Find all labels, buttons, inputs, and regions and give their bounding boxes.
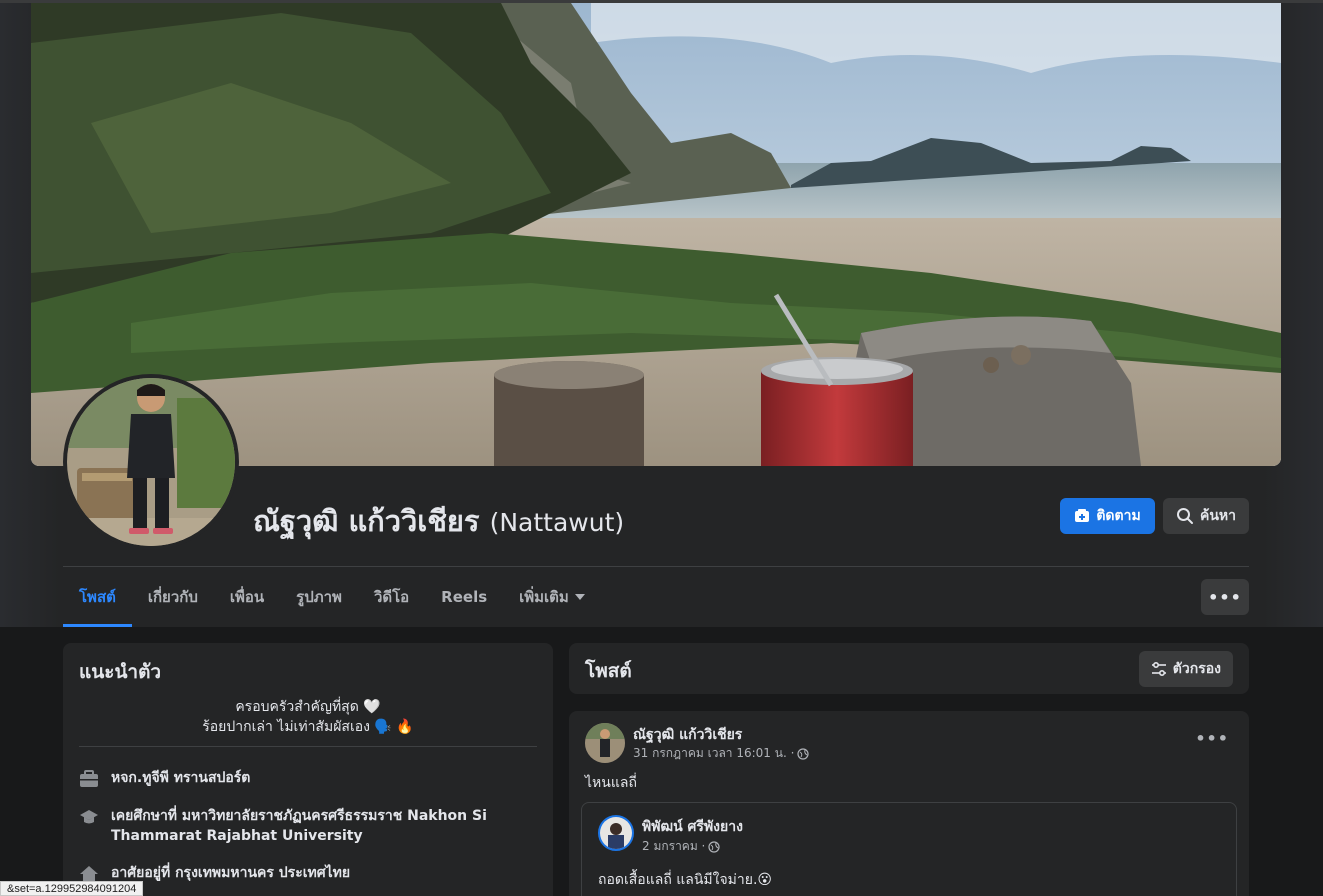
- follow-icon: [1075, 509, 1090, 522]
- search-icon: [1176, 508, 1193, 524]
- profile-alt-name: (Nattawut): [489, 508, 625, 537]
- tab-label: เกี่ยวกับ: [147, 588, 198, 606]
- intro-lives: อาศัยอยู่ที่ กรุงเทพมหานคร ประเทศไทย: [79, 863, 521, 884]
- tab-posts[interactable]: โพสต์: [63, 567, 132, 627]
- post-time[interactable]: 31 กรกฎาคม เวลา 16:01 น. ·: [633, 744, 794, 763]
- tab-label: โพสต์: [79, 588, 116, 606]
- post-meta: 31 กรกฎาคม เวลา 16:01 น. ·: [633, 744, 810, 763]
- tab-label: Reels: [441, 588, 488, 606]
- shared-meta: 2 มกราคม ·: [642, 837, 720, 856]
- follow-label: ติดตาม: [1096, 508, 1141, 524]
- shared-time[interactable]: 2 มกราคม ·: [642, 837, 705, 856]
- shared-author-avatar[interactable]: [598, 815, 634, 851]
- tab-reels[interactable]: Reels: [425, 567, 503, 627]
- tab-label: วิดีโอ: [373, 588, 410, 606]
- follow-button[interactable]: ติดตาม: [1060, 498, 1155, 534]
- profile-picture[interactable]: [63, 374, 239, 550]
- filter-icon: [1151, 661, 1166, 677]
- post-options-icon[interactable]: •••: [1195, 729, 1229, 748]
- bio: ครอบครัวสำคัญที่สุด 🤍 ร้อยปากเล่า ไม่เท่…: [79, 697, 537, 737]
- ellipsis-icon: •••: [1208, 587, 1242, 607]
- intro-education-text: เคยศึกษาที่ มหาวิทยาลัยราชภัฏนครศรีธรรมร…: [111, 808, 487, 844]
- post-text: ไหนแลถี่: [585, 775, 637, 791]
- cover-photo-image: [31, 3, 1281, 466]
- tab-more[interactable]: เพิ่มเติม: [503, 567, 601, 627]
- bio-line: ครอบครัวสำคัญที่สุด 🤍: [235, 699, 381, 715]
- caret-down-icon: [574, 594, 585, 600]
- more-options-button[interactable]: •••: [1201, 579, 1249, 615]
- profile-name: ณัฐวุฒิ แก้ววิเชียร (Nattawut): [253, 498, 624, 544]
- tab-photos[interactable]: รูปภาพ: [280, 567, 358, 627]
- shared-author-name[interactable]: พิพัฒน์ ศรีพังยาง: [642, 816, 743, 838]
- profile-tabs: โพสต์ เกี่ยวกับ เพื่อน รูปภาพ วิดีโอ Ree…: [63, 567, 601, 627]
- search-label: ค้นหา: [1199, 508, 1237, 524]
- intro-title: แนะนำตัว: [79, 661, 162, 683]
- profile-picture-image: [67, 378, 235, 546]
- posts-header: โพสต์ ตัวกรอง: [569, 643, 1249, 694]
- briefcase-icon: [80, 770, 98, 787]
- status-bar-url: &set=a.129952984091204: [0, 881, 144, 896]
- post-card: ณัฐวุฒิ แก้ววิเชียร 31 กรกฎาคม เวลา 16:0…: [569, 711, 1249, 896]
- tab-about[interactable]: เกี่ยวกับ: [132, 567, 214, 627]
- shared-text: ถอดเสื้อแลถี่ แลนิมีใจม่าย.😮: [598, 872, 773, 888]
- intro-work: หจก.ทูจีพี ทรานสปอร์ต: [79, 768, 521, 789]
- tab-videos[interactable]: วิดีโอ: [358, 567, 425, 627]
- intro-card: แนะนำตัว ครอบครัวสำคัญที่สุด 🤍 ร้อยปากเล…: [63, 643, 553, 896]
- tab-friends[interactable]: เพื่อน: [214, 567, 280, 627]
- post-author-avatar[interactable]: [585, 723, 625, 763]
- post-author-name[interactable]: ณัฐวุฒิ แก้ววิเชียร: [633, 724, 742, 746]
- cover-photo[interactable]: [31, 3, 1281, 466]
- intro-work-text: หจก.ทูจีพี ทรานสปอร์ต: [111, 770, 251, 786]
- tab-label: เพื่อน: [229, 588, 265, 606]
- filter-button[interactable]: ตัวกรอง: [1138, 651, 1233, 687]
- filter-label: ตัวกรอง: [1172, 661, 1221, 677]
- intro-education: เคยศึกษาที่ มหาวิทยาลัยราชภัฏนครศรีธรรมร…: [79, 806, 521, 846]
- globe-icon: [708, 840, 720, 853]
- globe-icon: [797, 747, 810, 760]
- search-button[interactable]: ค้นหา: [1163, 498, 1249, 534]
- profile-name-text: ณัฐวุฒิ แก้ววิเชียร: [253, 504, 480, 538]
- shared-post[interactable]: พิพัฒน์ ศรีพังยาง 2 มกราคม · ถอดเสื้อแลถ…: [581, 802, 1237, 896]
- intro-divider: [79, 746, 537, 747]
- tab-label: เพิ่มเติม: [519, 588, 569, 606]
- posts-title: โพสต์: [585, 660, 632, 682]
- intro-lives-text: อาศัยอยู่ที่ กรุงเทพมหานคร ประเทศไทย: [111, 865, 351, 881]
- graduation-cap-icon: [80, 810, 98, 824]
- tab-label: รูปภาพ: [296, 588, 342, 606]
- bio-line: ร้อยปากเล่า ไม่เท่าสัมผัสเอง 🗣️ 🔥: [202, 719, 414, 735]
